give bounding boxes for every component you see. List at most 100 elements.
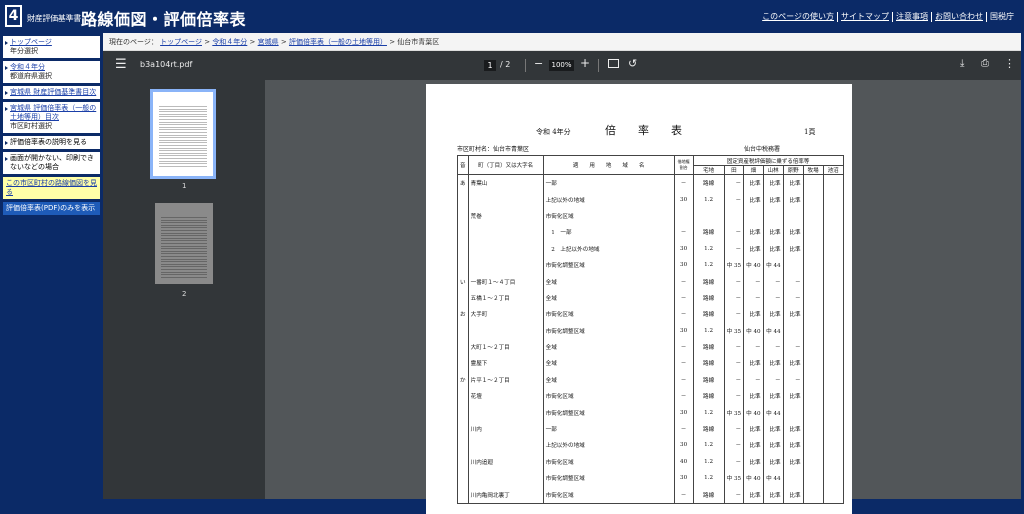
table-cell-lease: 40 xyxy=(673,453,694,471)
thumbnail-line xyxy=(159,121,207,123)
table-cell-lease: － xyxy=(673,355,694,372)
fit-to-page-icon[interactable] xyxy=(608,59,619,68)
top-nav-howto-link[interactable]: このページの使い方 xyxy=(759,12,838,22)
sidebar-top-link[interactable]: トップページ xyxy=(10,38,97,47)
table-cell-sanrin: 中 44 xyxy=(762,404,784,421)
thumbnail-line xyxy=(161,235,207,237)
route-map-link[interactable]: この市区町村の路線価図を見る xyxy=(6,179,97,197)
sidebar-item-trouble[interactable]: 画面が開かない、印刷できないなどの場合 xyxy=(3,152,100,174)
table-cell-lease: 30 xyxy=(673,191,694,208)
sidebar-route-map-link: この市区町村の路線価図を見る xyxy=(3,177,100,199)
site-logo[interactable]: 4 xyxy=(5,5,22,27)
table-cell-ike xyxy=(822,338,844,356)
table-cell-sanrin: 比準 xyxy=(762,355,784,372)
table-cell-on: い xyxy=(457,273,469,290)
table-cell-taku: 1.2 xyxy=(692,470,725,487)
table-cell-taku: 路線 xyxy=(692,355,725,372)
breadcrumb-pref[interactable]: 宮城県 xyxy=(258,38,279,46)
toolbar-divider xyxy=(598,59,599,72)
table-row: 上記以外の地域 30 1.2 －比準 比準 比準 xyxy=(457,437,844,454)
table-cell-on xyxy=(457,240,469,257)
table-cell-taku: 路線 xyxy=(692,486,725,504)
table-cell-ta: － xyxy=(723,371,745,389)
table-cell-hata: 比準 xyxy=(743,174,764,192)
table-cell-sanrin: 比準 xyxy=(762,306,784,323)
table-cell-ta: － xyxy=(723,420,745,438)
table-cell-genya xyxy=(782,322,804,339)
table-cell-bokujo xyxy=(802,437,824,454)
table-cell-hata: 中 40 xyxy=(743,404,764,421)
table-cell-bokujo xyxy=(802,240,824,257)
col-header-fixed: 固定資産税評価額に乗ずる倍率等 xyxy=(692,155,844,166)
table-cell-area: 全域 xyxy=(542,371,675,389)
table-cell-ta: － xyxy=(723,355,745,372)
table-row: 大町１～２丁目 全域－路線－－－－ xyxy=(457,338,844,356)
sidebar-year-link[interactable]: 令和４年分 xyxy=(10,63,97,72)
table-cell-ta: － xyxy=(723,486,745,504)
table-cell-town: 大手町 xyxy=(467,306,544,323)
download-icon[interactable]: ⤓ xyxy=(960,58,964,69)
table-cell-ta: － xyxy=(723,388,745,405)
table-cell-town xyxy=(467,404,544,421)
thumbnail-line xyxy=(159,160,207,162)
table-cell-hata: 中 40 xyxy=(743,470,764,487)
table-cell-hata: 中 40 xyxy=(743,256,764,274)
top-nav-contact-link[interactable]: お問い合わせ xyxy=(932,12,987,22)
menu-icon[interactable]: ☰ xyxy=(115,57,127,72)
table-cell-taku: 1.2 xyxy=(692,240,725,257)
sidebar-pref-index-link[interactable]: 宮城県 財産評価基準書目次 xyxy=(10,88,97,97)
rotate-icon[interactable]: ↺ xyxy=(628,57,637,70)
table-cell-on xyxy=(457,289,469,307)
table-cell-taku: 1.2 xyxy=(692,322,725,339)
page-number-input[interactable]: 1 xyxy=(484,60,496,71)
breadcrumb-prefix: 現在のページ： xyxy=(109,38,158,46)
top-nav-sitemap-link[interactable]: サイトマップ xyxy=(838,12,893,22)
pdf-toolbar: ☰ b3a104rt.pdf 1 / 2 − 100% + ↺ ⤓ ⎙ ⋮ xyxy=(103,51,1021,80)
table-cell-genya: 比準 xyxy=(782,388,804,405)
table-cell-on xyxy=(457,322,469,339)
thumbnail-line xyxy=(159,155,207,157)
table-cell-ike xyxy=(822,388,844,405)
table-cell-ta: － xyxy=(723,289,745,307)
table-cell-bokujo xyxy=(802,404,824,421)
page-thumbnail-1[interactable] xyxy=(150,89,216,179)
table-cell-ike xyxy=(822,371,844,389)
table-cell-ta: 中 35 xyxy=(723,322,745,339)
table-cell-lease: － xyxy=(673,224,694,241)
table-row: 市街化調整区域 30 1.2 中 35 中 40 中 44 xyxy=(457,256,844,274)
print-icon[interactable]: ⎙ xyxy=(981,58,989,69)
table-cell-lease: 30 xyxy=(673,322,694,339)
sidebar-pdf-only-button[interactable]: 評価倍率表(PDF)のみを表示 xyxy=(3,202,100,215)
table-cell-lease: － xyxy=(673,306,694,323)
zoom-level-input[interactable]: 100% xyxy=(549,60,574,71)
pdf-viewer: ☰ b3a104rt.pdf 1 / 2 − 100% + ↺ ⤓ ⎙ ⋮ 1 … xyxy=(103,51,1021,514)
table-cell-ike xyxy=(822,191,844,208)
thumbnail-line xyxy=(161,271,207,273)
table-cell-genya: － xyxy=(782,338,804,356)
breadcrumb-year[interactable]: 令和４年分 xyxy=(212,38,247,46)
table-cell-town: 片平１～２丁目 xyxy=(467,371,544,389)
nta-link[interactable]: 国税庁 xyxy=(987,12,1014,22)
table-row: 川内 一部－路線－比準 比準 比準 xyxy=(457,420,844,438)
table-cell-sanrin: 比準 xyxy=(762,388,784,405)
table-cell-sanrin: 比準 xyxy=(762,240,784,257)
page-thumbnail-2[interactable] xyxy=(155,203,213,284)
breadcrumb-top[interactable]: トップページ xyxy=(160,38,202,46)
table-cell-ta: － xyxy=(723,224,745,241)
sidebar-item-explanation[interactable]: 評価倍率表の説明を見る xyxy=(3,136,100,149)
top-nav-notes-link[interactable]: 注意事項 xyxy=(893,12,932,22)
thumbnail-line xyxy=(159,150,207,152)
table-cell-ta: － xyxy=(723,453,745,471)
table-row: 川内追廻 市街化区域 40 1.2 －比準 比準 比準 xyxy=(457,453,844,471)
table-cell-bokujo xyxy=(802,207,824,225)
thumbnail-line xyxy=(159,134,207,136)
thumbnail-line xyxy=(159,119,207,120)
sidebar-rate-index-link[interactable]: 宮城県 評価倍率表（一般の土地等用）目次 xyxy=(10,104,97,122)
zoom-out-icon[interactable]: − xyxy=(534,57,543,70)
zoom-in-icon[interactable]: + xyxy=(580,56,590,70)
table-cell-area: 市街化調整区域 xyxy=(542,404,675,421)
table-cell-hata: 比準 xyxy=(743,191,764,208)
more-options-icon[interactable]: ⋮ xyxy=(1004,57,1015,70)
col-header-taku: 宅地 xyxy=(692,165,725,175)
breadcrumb-rate-table[interactable]: 評価倍率表（一般の土地等用） xyxy=(289,38,387,46)
